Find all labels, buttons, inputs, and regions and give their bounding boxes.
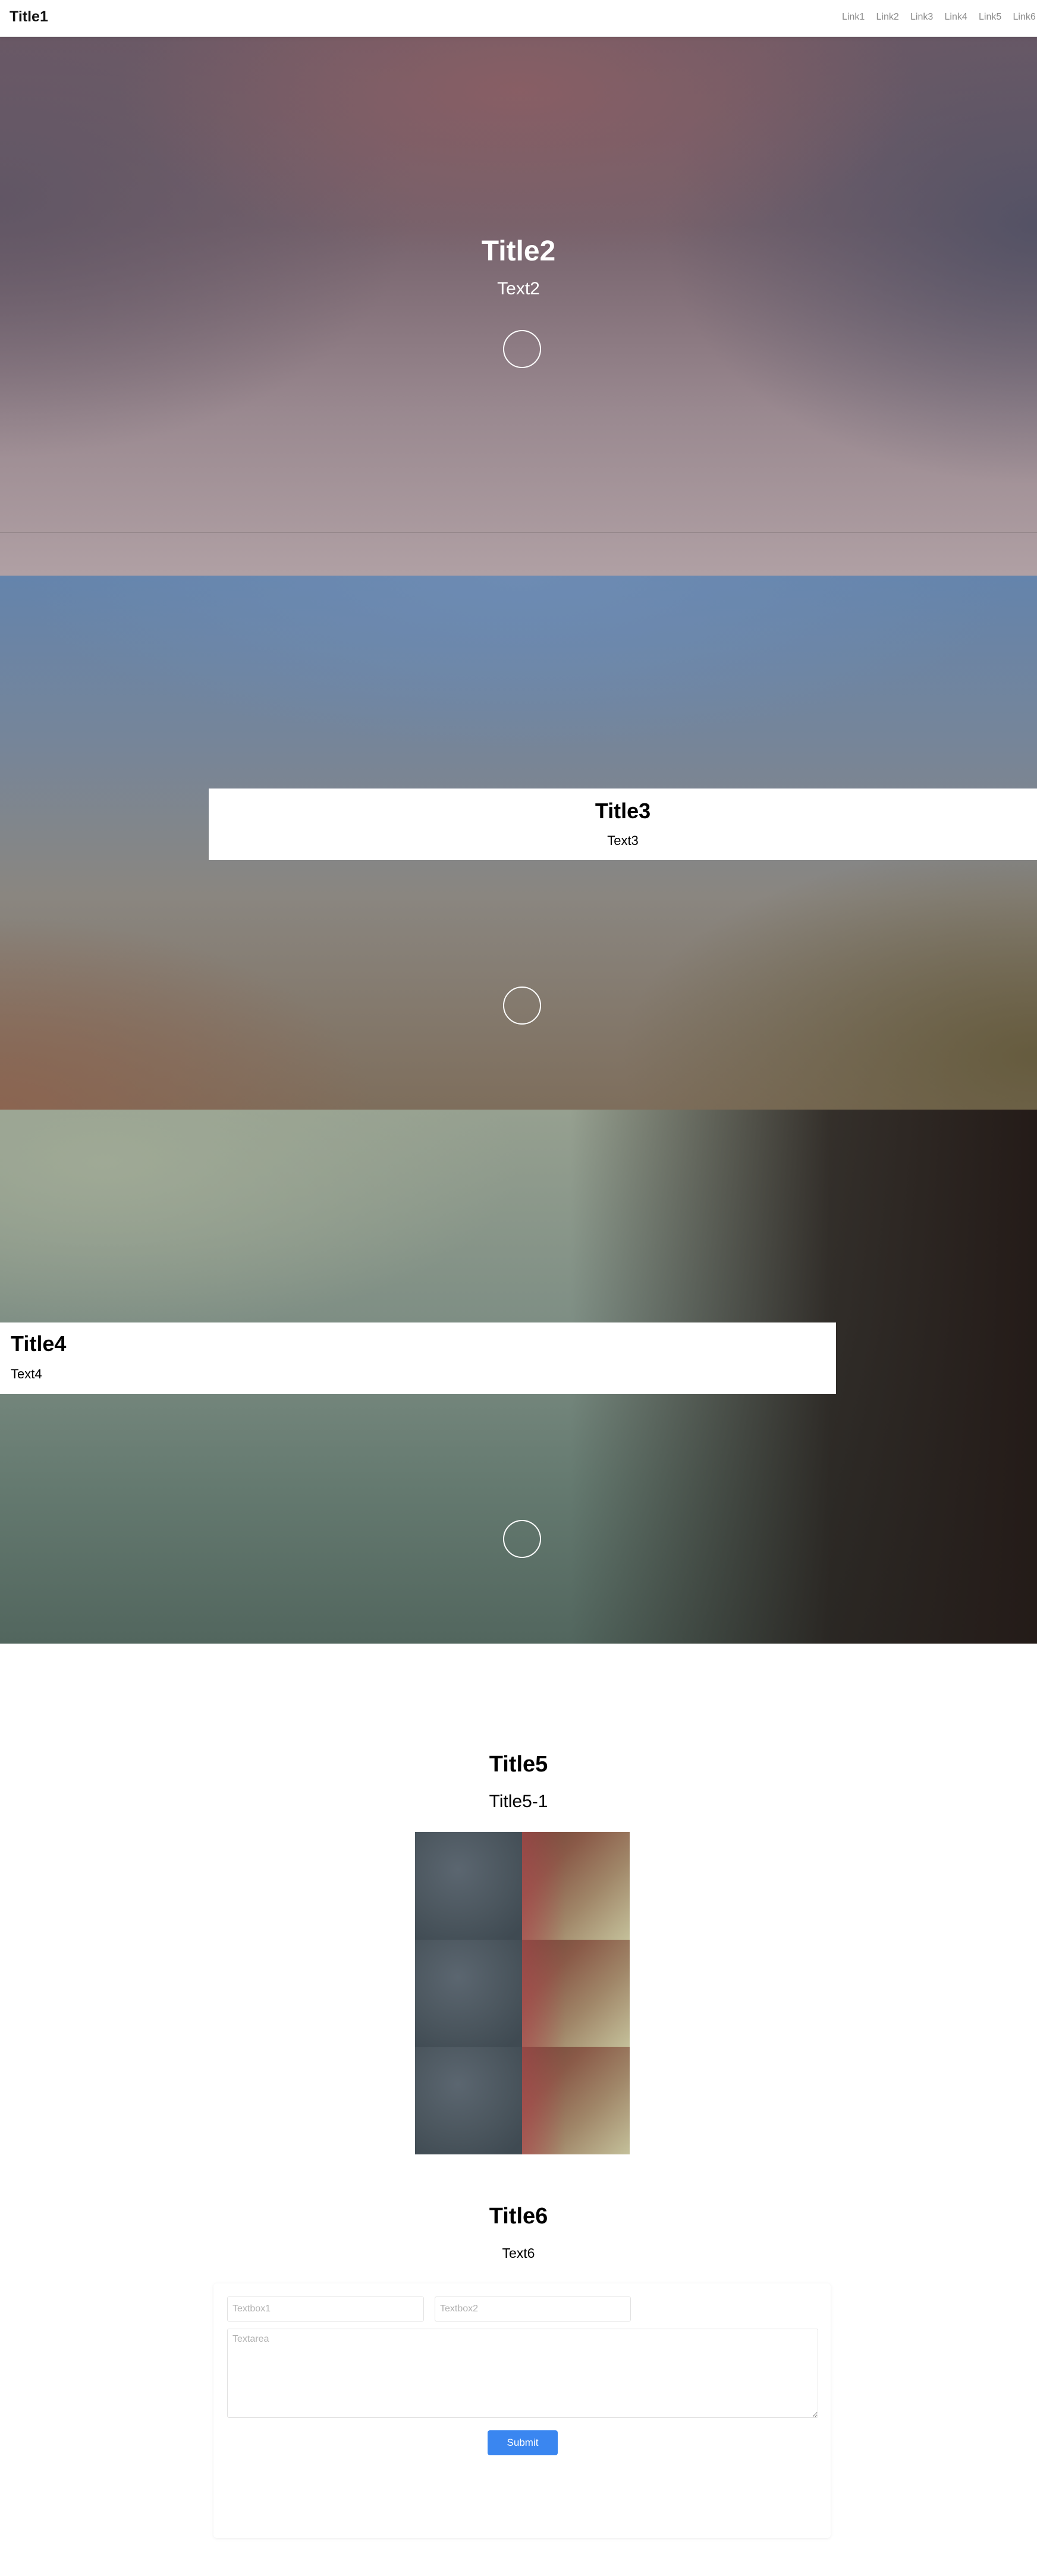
section-3-text: Text3 bbox=[607, 833, 639, 848]
hero-text: Text2 bbox=[497, 279, 540, 299]
nav-link-3[interactable]: Link3 bbox=[910, 12, 945, 23]
nav-link-1[interactable]: Link1 bbox=[842, 12, 876, 23]
section-4-circle-button[interactable] bbox=[503, 1520, 541, 1558]
section-3-card: Title3 Text3 bbox=[209, 788, 1037, 860]
section-6-text: Text6 bbox=[502, 2245, 535, 2261]
hero-divider bbox=[0, 532, 1037, 533]
section-6-title: Title6 bbox=[489, 2204, 548, 2229]
hero-title: Title2 bbox=[481, 235, 556, 267]
hero-section: Title2 Text2 bbox=[0, 37, 1037, 576]
contact-form: Submit bbox=[213, 2283, 831, 2538]
hero-circle-button[interactable] bbox=[503, 330, 541, 368]
submit-button[interactable]: Submit bbox=[488, 2430, 558, 2455]
gallery-image-1[interactable] bbox=[415, 1832, 522, 1940]
gallery-image-5[interactable] bbox=[415, 2047, 522, 2154]
textbox-1-input[interactable] bbox=[227, 2297, 424, 2321]
nav-link-6[interactable]: Link6 bbox=[1013, 12, 1037, 23]
navbar: Title1 Link1 Link2 Link3 Link4 Link5 Lin… bbox=[0, 0, 1037, 37]
section-4-title: Title4 bbox=[11, 1331, 67, 1356]
section-5-title: Title5 bbox=[489, 1752, 548, 1777]
nav-link-4[interactable]: Link4 bbox=[945, 12, 979, 23]
section-3-circle-button[interactable] bbox=[503, 987, 541, 1025]
section-4-card: Title4 Text4 bbox=[0, 1322, 836, 1394]
gallery-image-2[interactable] bbox=[522, 1832, 630, 1940]
gallery-image-6[interactable] bbox=[522, 2047, 630, 2154]
nav-link-5[interactable]: Link5 bbox=[979, 12, 1013, 23]
nav-links: Link1 Link2 Link3 Link4 Link5 Link6 bbox=[842, 12, 1037, 23]
section-5-subtitle: Title5-1 bbox=[489, 1792, 548, 1811]
nav-link-2[interactable]: Link2 bbox=[876, 12, 911, 23]
image-gallery bbox=[415, 1832, 630, 2154]
textarea-input[interactable] bbox=[227, 2329, 818, 2418]
section-4-text: Text4 bbox=[11, 1366, 42, 1381]
gallery-image-3[interactable] bbox=[415, 1940, 522, 2047]
brand-title[interactable]: Title1 bbox=[10, 8, 48, 26]
gallery-image-4[interactable] bbox=[522, 1940, 630, 2047]
section-3-title: Title3 bbox=[595, 799, 651, 823]
section-3: Title3 Text3 bbox=[0, 576, 1037, 1110]
textbox-2-input[interactable] bbox=[435, 2297, 631, 2321]
section-4: Title4 Text4 bbox=[0, 1110, 1037, 1644]
